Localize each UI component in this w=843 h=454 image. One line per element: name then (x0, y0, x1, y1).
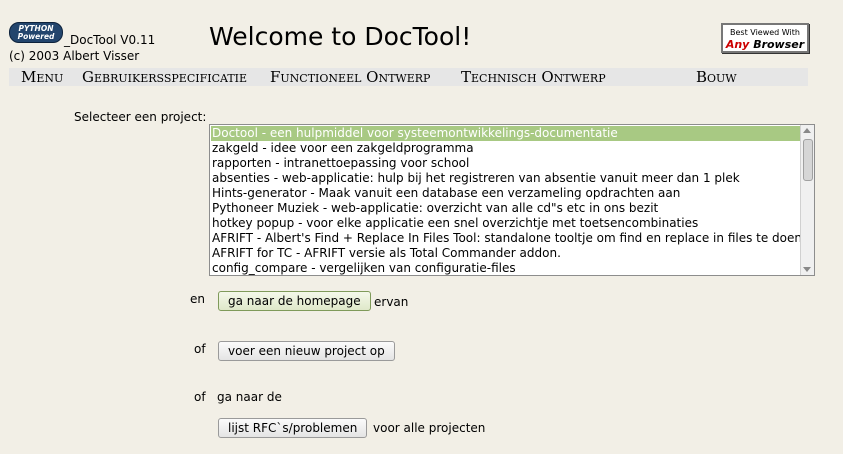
copyright: (c) 2003 Albert Visser (9, 49, 140, 63)
app-version: _DocTool V0.11 (64, 33, 156, 47)
scroll-down-arrow-icon[interactable] (803, 267, 811, 272)
menu-item-bouw[interactable]: Bouw (696, 69, 737, 85)
python-powered-logo: PYTHON Powered (9, 22, 63, 43)
all-projects-label: voor alle projecten (373, 421, 486, 435)
project-option[interactable]: Hints-generator - Maak vanuit een databa… (211, 186, 801, 201)
badge-browser: Browser (753, 38, 805, 51)
ervan-label: ervan (374, 295, 409, 309)
menu-item-gebruikersspecificatie[interactable]: Gebruikersspecificatie (82, 69, 247, 85)
of-label-1: of (194, 342, 206, 356)
scroll-up-arrow-icon[interactable] (803, 128, 811, 133)
of-label-2: of (194, 390, 206, 404)
menu-item-menu[interactable]: Menu (21, 69, 63, 85)
project-option[interactable]: Pythoneer Muziek - web-applicatie: overz… (211, 201, 801, 216)
best-viewed-badge: Best Viewed With Any Browser (721, 23, 809, 53)
listbox-scrollbar[interactable] (800, 125, 814, 275)
project-option[interactable]: rapporten - intranettoepassing voor scho… (211, 156, 801, 171)
en-label: en (190, 292, 205, 306)
project-option[interactable]: Doctool - een hulpmiddel voor systeemont… (211, 126, 801, 141)
page-title: Welcome to DocTool! (209, 22, 472, 51)
badge-line-1: Best Viewed With (730, 28, 800, 37)
new-project-button[interactable]: voer een nieuw project op (218, 341, 395, 361)
project-option[interactable]: config_compare - vergelijken van configu… (211, 261, 801, 275)
menu-item-technisch-ontwerp[interactable]: Technisch Ontwerp (461, 69, 606, 85)
ga-naar-de-label: ga naar de (217, 390, 282, 404)
project-option[interactable]: absenties - web-applicatie: hulp bij het… (211, 171, 801, 186)
menu-item-functioneel-ontwerp[interactable]: Functioneel Ontwerp (270, 69, 430, 85)
project-option[interactable]: AFRIFT - Albert's Find + Replace In File… (211, 231, 801, 246)
logo-line-2: Powered (17, 32, 55, 41)
project-option[interactable]: hotkey popup - voor elke applicatie een … (211, 216, 801, 231)
scroll-thumb[interactable] (803, 139, 813, 181)
project-option[interactable]: AFRIFT for TC - AFRIFT versie als Total … (211, 246, 801, 261)
homepage-button[interactable]: ga naar de homepage (218, 291, 371, 311)
badge-any: Any (725, 38, 750, 51)
rfc-list-button[interactable]: lijst RFC`s/problemen (218, 418, 368, 438)
project-select-label: Selecteer een project: (74, 110, 207, 124)
project-option[interactable]: zakgeld - idee voor een zakgeldprogramma (211, 141, 801, 156)
badge-line-2: Any Browser (723, 38, 807, 52)
project-listbox[interactable]: Doctool - een hulpmiddel voor systeemont… (209, 124, 815, 276)
menu-bar: Menu Gebruikersspecificatie Functioneel … (9, 68, 808, 86)
